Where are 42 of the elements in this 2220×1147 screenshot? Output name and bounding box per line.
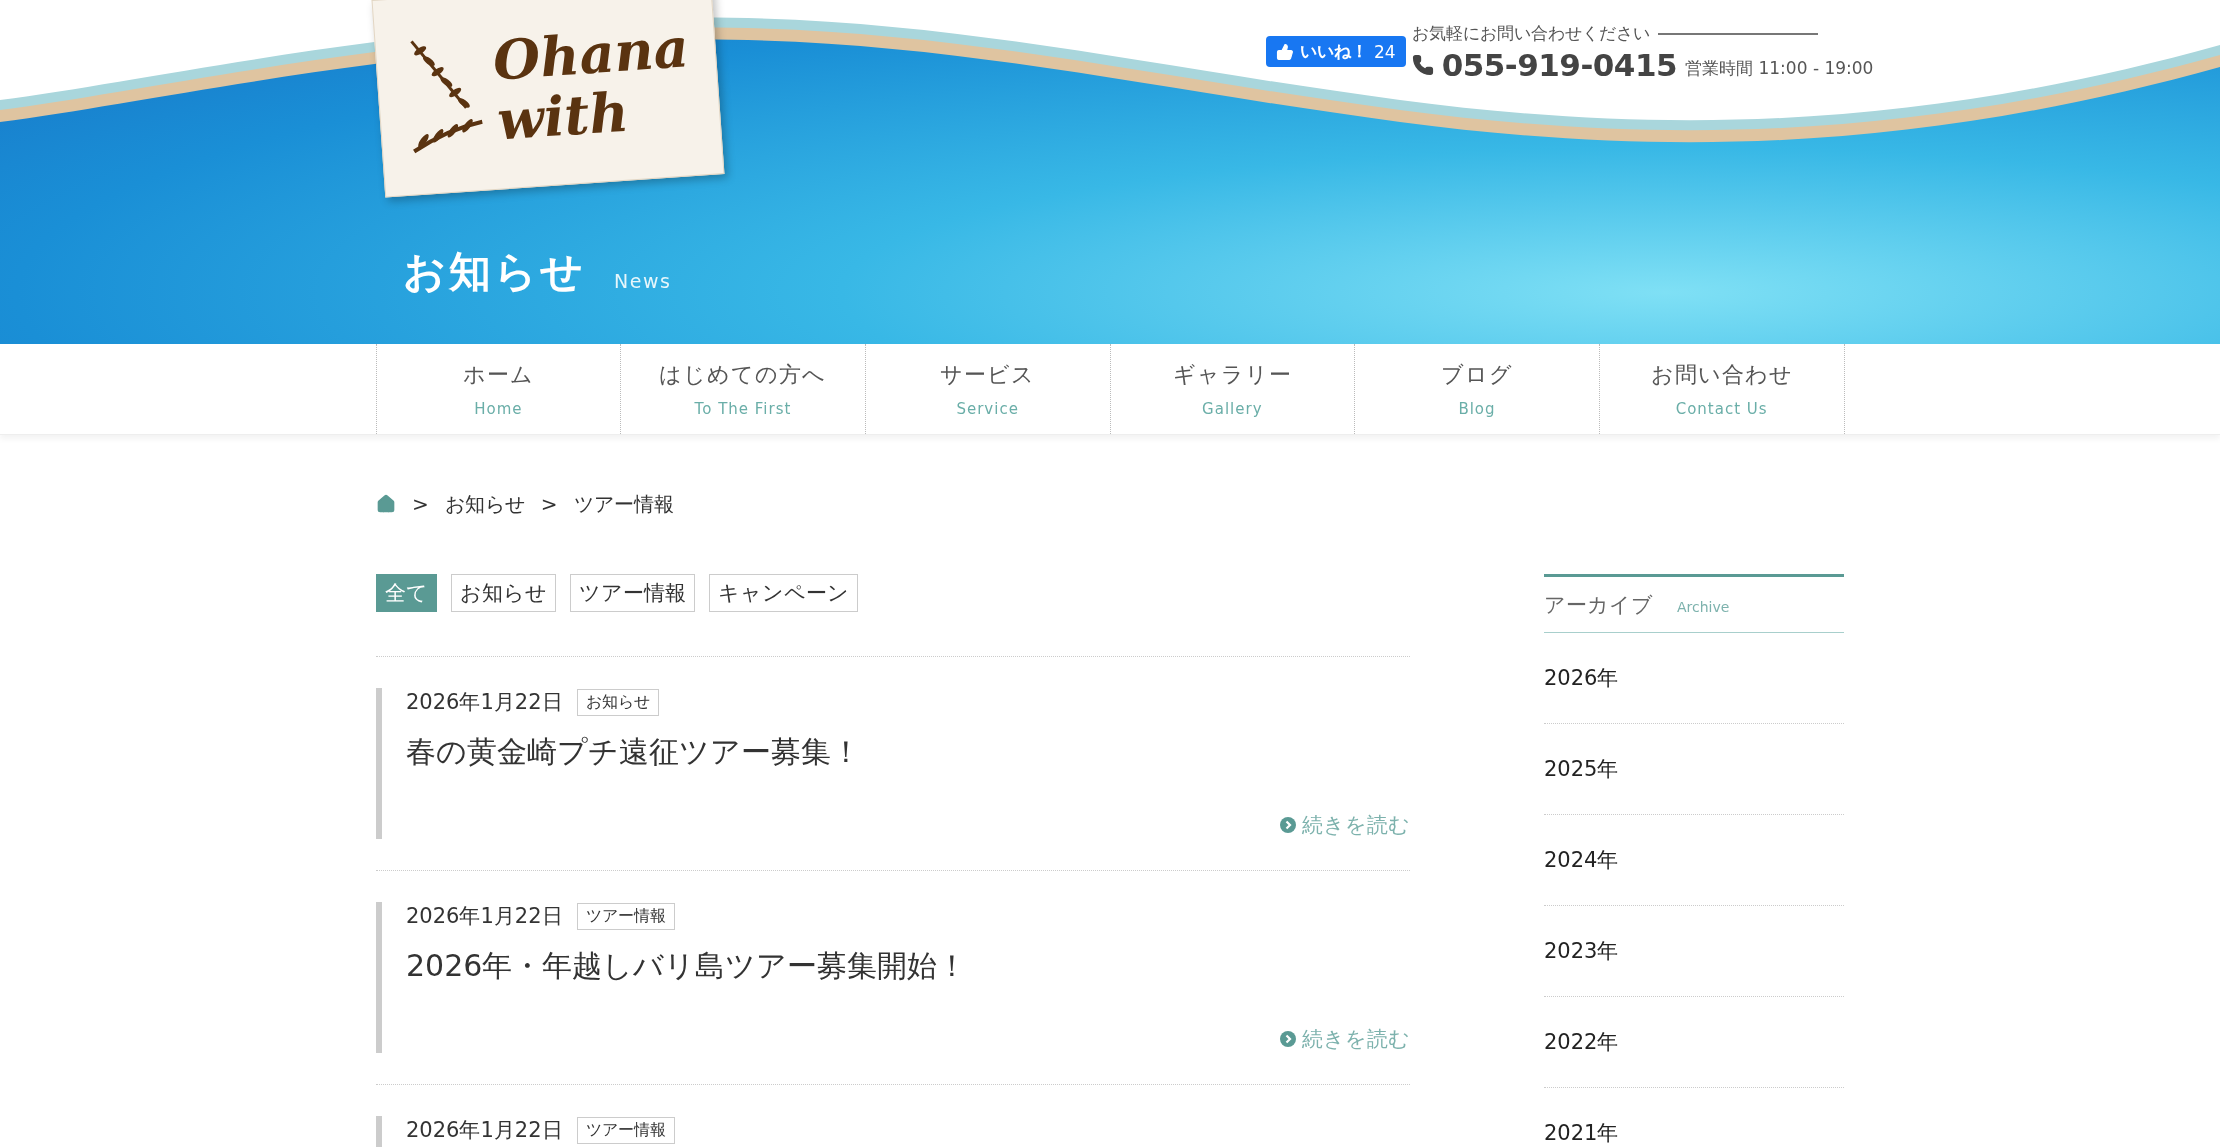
phone-icon — [1411, 54, 1434, 76]
nav-link[interactable]: はじめての方へ To The First — [620, 344, 865, 434]
category-filter[interactable]: ツアー情報 — [570, 574, 695, 612]
archive-year-link[interactable]: 2024年 — [1544, 815, 1844, 906]
post-date: 2026年1月22日 — [406, 903, 563, 930]
page-title: お知らせ — [403, 246, 586, 298]
chevron-circle-icon — [1280, 1031, 1296, 1047]
logo-text: Ohana with — [491, 17, 692, 151]
contact-prompt: お気軽にお問い合わせください — [1411, 22, 1650, 45]
thumbs-up-icon — [1276, 42, 1294, 61]
nav-link[interactable]: ギャラリー Gallery — [1109, 344, 1355, 434]
category-tag: お知らせ — [576, 688, 659, 716]
archive-subheading: Archive — [1677, 598, 1730, 615]
nav-link[interactable]: お問い合わせ Contact Us — [1598, 344, 1844, 434]
archive-year-link[interactable]: 2025年 — [1544, 724, 1844, 815]
breadcrumb-item[interactable]: お知らせ — [444, 490, 525, 518]
like-button[interactable]: いいね！ 24 — [1266, 36, 1406, 67]
archive-year-link[interactable]: 2023年 — [1544, 906, 1844, 997]
category-filter[interactable]: キャンペーン — [709, 574, 858, 612]
post-title[interactable]: 春の黄金崎プチ遠征ツアー募集！ — [406, 732, 1410, 773]
archive-year-link[interactable]: 2022年 — [1544, 997, 1844, 1088]
breadcrumb-separator: > — [412, 492, 429, 516]
logo-card[interactable]: Ohana with — [371, 0, 725, 198]
breadcrumb-item: ツアー情報 — [573, 490, 674, 518]
business-hours: 営業時間 11:00 - 19:00 — [1685, 56, 1874, 80]
post-date: 2026年1月22日 — [406, 1117, 563, 1144]
nav-link[interactable]: ホーム Home — [375, 344, 621, 434]
home-icon[interactable] — [376, 494, 396, 514]
category-filter[interactable]: お知らせ — [451, 574, 556, 612]
archive-year-link[interactable]: 2026年 — [1544, 633, 1844, 724]
post-date: 2026年1月22日 — [406, 689, 563, 716]
post-title[interactable]: 2026年・年越しバリ島ツアー募集開始！ — [406, 946, 1410, 987]
archive-heading: アーカイブ — [1544, 591, 1653, 619]
breadcrumb-separator: > — [540, 492, 558, 516]
category-tag: ツアー情報 — [576, 1116, 675, 1144]
nav-link[interactable]: ブログ Blog — [1354, 344, 1599, 434]
chevron-circle-icon — [1280, 817, 1296, 833]
nav-link[interactable]: サービス Service — [864, 344, 1110, 434]
phone-number: 055-919-0415 — [1441, 47, 1678, 83]
category-tag: ツアー情報 — [576, 902, 675, 930]
page-subtitle: News — [614, 270, 672, 292]
archive-year-link[interactable]: 2021年 — [1544, 1088, 1844, 1147]
